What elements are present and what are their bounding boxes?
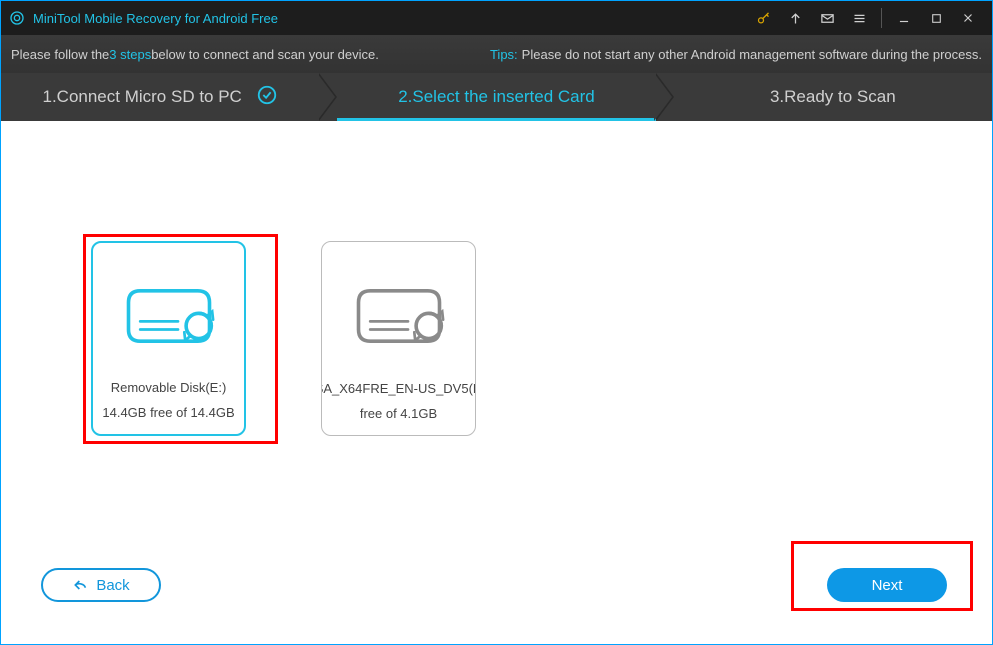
minimize-button[interactable] — [892, 6, 916, 30]
app-window: MiniTool Mobile Recovery for Android Fre… — [0, 0, 993, 645]
info-strip: Please follow the 3 steps below to conne… — [1, 35, 992, 73]
step-arrow-1 — [319, 73, 337, 121]
mail-icon[interactable] — [815, 6, 839, 30]
info-text-prefix: Please follow the — [11, 47, 109, 62]
titlebar: MiniTool Mobile Recovery for Android Fre… — [1, 1, 992, 35]
back-button-label: Back — [96, 577, 129, 594]
disk-card-iso[interactable]: SA_X64FRE_EN-US_DV5(D free of 4.1GB — [321, 241, 476, 436]
app-title: MiniTool Mobile Recovery for Android Fre… — [33, 11, 278, 26]
key-icon[interactable] — [751, 6, 775, 30]
content-area: Removable Disk(E:) 14.4GB free of 14.4GB… — [1, 121, 992, 644]
disk-name: SA_X64FRE_EN-US_DV5(D — [321, 381, 476, 396]
step-ready-scan: 3.Ready to Scan — [674, 73, 992, 121]
step-connect: 1.Connect Micro SD to PC — [1, 73, 319, 121]
check-icon — [256, 84, 278, 111]
titlebar-divider — [881, 8, 882, 28]
disk-card-row: Removable Disk(E:) 14.4GB free of 14.4GB… — [91, 241, 551, 436]
step-bar: 1.Connect Micro SD to PC 2.Select the in… — [1, 73, 992, 121]
close-button[interactable] — [956, 6, 980, 30]
step-connect-label: 1.Connect Micro SD to PC — [42, 87, 241, 107]
app-logo-icon — [9, 10, 25, 26]
info-steps-count: 3 steps — [109, 47, 151, 62]
back-arrow-icon — [72, 577, 88, 593]
disk-card-removable[interactable]: Removable Disk(E:) 14.4GB free of 14.4GB — [91, 241, 246, 436]
maximize-button[interactable] — [924, 6, 948, 30]
back-button[interactable]: Back — [41, 568, 161, 602]
step-ready-scan-label: 3.Ready to Scan — [770, 87, 896, 107]
disk-free: free of 4.1GB — [360, 406, 437, 421]
disk-icon — [99, 255, 238, 376]
disk-icon — [328, 254, 469, 377]
step-select-card: 2.Select the inserted Card — [337, 73, 655, 121]
tips-label: Tips: — [490, 47, 518, 62]
menu-icon[interactable] — [847, 6, 871, 30]
titlebar-tools — [747, 6, 984, 30]
tips-text: Please do not start any other Android ma… — [522, 47, 982, 62]
step-select-card-label: 2.Select the inserted Card — [398, 87, 595, 107]
step-arrow-2 — [656, 73, 674, 121]
disk-name: Removable Disk(E:) — [111, 380, 227, 395]
disk-free: 14.4GB free of 14.4GB — [102, 405, 234, 420]
next-button[interactable]: Next — [827, 568, 947, 602]
info-text-suffix: below to connect and scan your device. — [151, 47, 379, 62]
next-button-label: Next — [872, 577, 903, 594]
upload-icon[interactable] — [783, 6, 807, 30]
